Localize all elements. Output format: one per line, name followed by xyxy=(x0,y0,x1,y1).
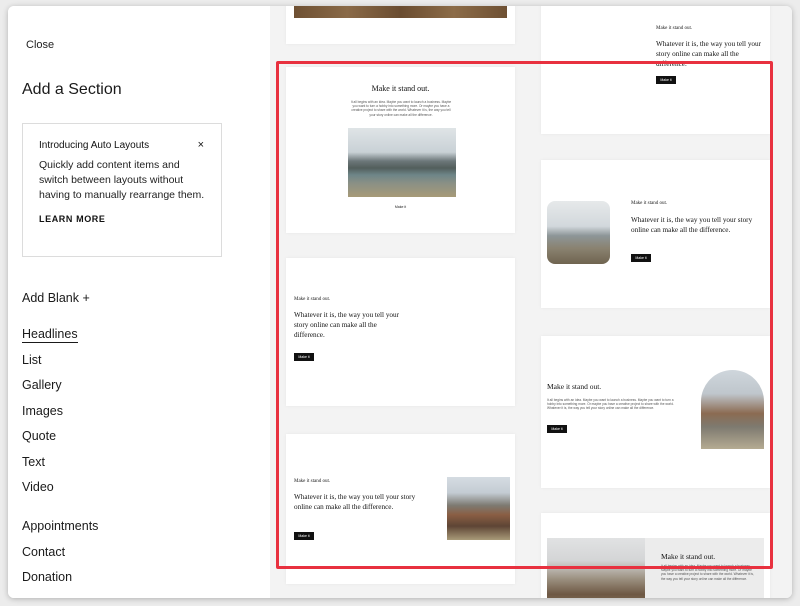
close-icon[interactable]: × xyxy=(198,139,204,151)
sidebar-title: Add a Section xyxy=(22,81,122,98)
category-label: Headlines xyxy=(22,327,78,343)
section-preview-card[interactable]: Make it stand out. Whatever it is, the w… xyxy=(286,434,515,584)
section-preview-card[interactable]: Make it stand out. It all begins with an… xyxy=(286,67,515,233)
preview-image xyxy=(447,477,510,540)
preview-headline: Make it stand out. xyxy=(294,479,331,484)
preview-paragraph: It all begins with an idea. Maybe you wa… xyxy=(547,398,674,411)
preview-image xyxy=(547,538,645,598)
preview-link: Make it xyxy=(394,205,407,209)
add-section-window: Close Add a Section Introducing Auto Lay… xyxy=(8,6,792,598)
section-preview-card[interactable] xyxy=(286,6,515,44)
preview-headline: Make it stand out. xyxy=(661,552,716,561)
section-preview-card[interactable]: Make it stand out. Whatever it is, the w… xyxy=(541,160,770,308)
preview-headline: Make it stand out. xyxy=(656,26,693,31)
category-item-donation[interactable]: Donation xyxy=(22,569,98,595)
category-item-gallery[interactable]: Gallery xyxy=(22,377,78,403)
preview-image xyxy=(547,201,610,264)
preview-button: Make it xyxy=(656,76,676,84)
section-gallery[interactable]: Make it stand out. It all begins with an… xyxy=(270,6,792,598)
category-label: Donation xyxy=(22,570,73,584)
category-item-list[interactable]: List xyxy=(22,352,78,378)
preview-image xyxy=(294,6,507,18)
category-label: List xyxy=(22,352,42,367)
category-list: Headlines List Gallery Images Quote Text… xyxy=(22,326,78,505)
learn-more-link[interactable]: LEARN MORE xyxy=(39,214,106,224)
add-blank-button[interactable]: Add Blank + xyxy=(22,291,90,305)
section-preview-card[interactable]: Make it stand out. Whatever it is, the w… xyxy=(286,258,515,406)
intro-card-title: Introducing Auto Layouts xyxy=(39,140,150,151)
preview-text-panel: Make it stand out. It all begins with an… xyxy=(645,538,764,598)
preview-button: Make it xyxy=(631,254,651,262)
preview-body: Whatever it is, the way you tell your st… xyxy=(294,493,416,511)
preview-headline: Make it stand out. xyxy=(371,84,430,93)
category-item-headlines[interactable]: Headlines xyxy=(22,326,78,352)
category-label: Gallery xyxy=(22,378,62,392)
category-label: Video xyxy=(22,480,54,494)
preview-body: Whatever it is, the way you tell your st… xyxy=(631,216,753,234)
close-link[interactable]: Close xyxy=(26,39,54,51)
preview-image xyxy=(701,370,764,449)
category-item-images[interactable]: Images xyxy=(22,403,78,429)
preview-button: Make it xyxy=(547,425,567,433)
preview-button: Make it xyxy=(294,353,314,361)
category-item-text[interactable]: Text xyxy=(22,454,78,480)
section-preview-card[interactable]: Make it stand out. It all begins with an… xyxy=(541,336,770,488)
category-item-quote[interactable]: Quote xyxy=(22,428,78,454)
preview-headline: Make it stand out. xyxy=(631,201,668,206)
category-label: Quote xyxy=(22,429,57,443)
category-label: Images xyxy=(22,403,63,418)
preview-image xyxy=(348,128,456,197)
preview-body: Whatever it is, the way you tell your st… xyxy=(294,311,399,339)
category-label: Text xyxy=(22,454,45,469)
category-label: Appointments xyxy=(22,519,99,533)
intro-card-body: Quickly add content items and switch bet… xyxy=(39,159,205,201)
sidebar: Close Add a Section Introducing Auto Lay… xyxy=(8,6,270,598)
category-list-2: Appointments Contact Donation xyxy=(22,518,98,595)
section-preview-card[interactable]: Make it stand out. Whatever it is, the w… xyxy=(541,6,770,134)
category-item-contact[interactable]: Contact xyxy=(22,544,98,570)
preview-body: Whatever it is, the way you tell your st… xyxy=(656,40,761,68)
preview-paragraph: It all begins with an idea. Maybe you wa… xyxy=(350,100,452,117)
preview-button: Make it xyxy=(294,532,314,540)
intro-card: Introducing Auto Layouts × Quickly add c… xyxy=(22,123,222,257)
category-item-appointments[interactable]: Appointments xyxy=(22,518,98,544)
category-item-video[interactable]: Video xyxy=(22,479,78,505)
preview-headline: Make it stand out. xyxy=(294,297,331,302)
preview-paragraph: It all begins with an idea. Maybe you wa… xyxy=(661,564,754,581)
category-label: Contact xyxy=(22,544,66,559)
section-preview-card[interactable]: Make it stand out. It all begins with an… xyxy=(541,513,770,598)
preview-headline: Make it stand out. xyxy=(547,382,602,391)
